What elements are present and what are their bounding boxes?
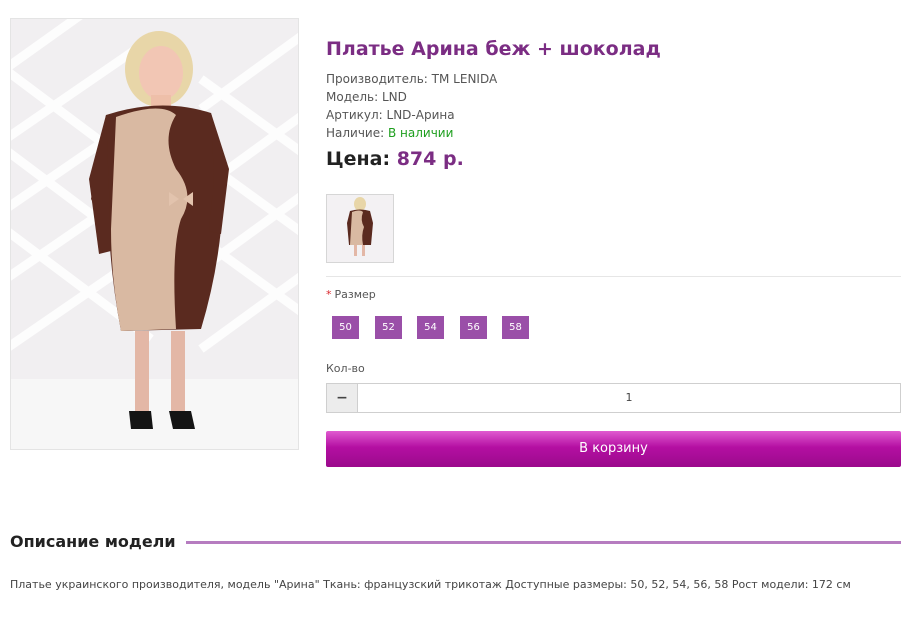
price: Цена: 874 р.	[326, 148, 464, 170]
size-option-56[interactable]: 56	[460, 316, 487, 339]
sku-value: LND-Арина	[386, 108, 455, 122]
description-title: Описание модели	[10, 532, 186, 551]
description-text: Платье украинского производителя, модель…	[10, 578, 851, 591]
availability-value: В наличии	[388, 126, 454, 140]
product-thumbnail[interactable]	[326, 194, 394, 263]
size-option-label: * Размер	[326, 288, 376, 301]
size-option-52[interactable]: 52	[375, 316, 402, 339]
quantity-minus-button[interactable]: −	[326, 383, 358, 413]
sku-row: Артикул: LND-Арина	[326, 106, 497, 124]
description-divider	[176, 541, 901, 544]
thumbnail-icon	[327, 195, 393, 262]
manufacturer-label: Производитель:	[326, 72, 428, 86]
dress-photo-icon	[11, 19, 298, 449]
divider	[326, 276, 901, 277]
sku-label: Артикул:	[326, 108, 383, 122]
size-option-58[interactable]: 58	[502, 316, 529, 339]
size-label-text: Размер	[334, 288, 376, 301]
model-row: Модель: LND	[326, 88, 497, 106]
product-title: Платье Арина беж + шоколад	[326, 38, 661, 60]
price-label: Цена:	[326, 148, 391, 170]
required-mark: *	[326, 288, 332, 301]
price-value: 874 р.	[396, 148, 464, 170]
quantity-input[interactable]: 1	[358, 383, 901, 413]
size-option-50[interactable]: 50	[332, 316, 359, 339]
size-option-54[interactable]: 54	[417, 316, 444, 339]
availability-label: Наличие:	[326, 126, 385, 140]
availability-row: Наличие: В наличии	[326, 124, 497, 142]
add-to-cart-button[interactable]: В корзину	[326, 431, 901, 467]
manufacturer-value: ТМ LENIDA	[431, 72, 498, 86]
model-label: Модель:	[326, 90, 379, 104]
product-meta: Производитель: ТМ LENIDA Модель: LND Арт…	[326, 70, 497, 142]
quantity-label: Кол-во	[326, 362, 365, 375]
model-value: LND	[382, 90, 407, 104]
manufacturer-row: Производитель: ТМ LENIDA	[326, 70, 497, 88]
description-header: Описание модели	[10, 532, 901, 554]
product-main-image[interactable]	[10, 18, 299, 450]
